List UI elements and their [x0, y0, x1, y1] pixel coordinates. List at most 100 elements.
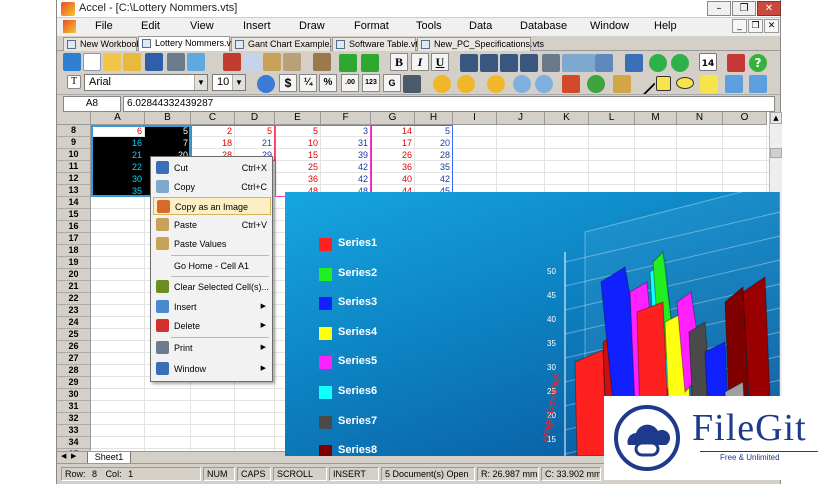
- row-header[interactable]: 20: [57, 269, 91, 281]
- restore-button[interactable]: ❐: [732, 1, 756, 16]
- column-header[interactable]: N: [677, 112, 723, 125]
- row-header[interactable]: 11: [57, 161, 91, 173]
- paste-special-icon[interactable]: [283, 53, 301, 71]
- cell-a9[interactable]: 16: [91, 137, 145, 149]
- cell-g12[interactable]: 40: [371, 173, 415, 185]
- menu-item-go-home-cell-a1[interactable]: Go Home - Cell A1: [153, 257, 271, 275]
- print-icon[interactable]: [167, 53, 185, 71]
- cell-d8[interactable]: 5: [235, 125, 275, 137]
- align-left-icon[interactable]: [460, 54, 478, 72]
- decimal-button[interactable]: .00: [341, 74, 359, 92]
- print-preview-icon[interactable]: [187, 53, 205, 71]
- cell-c9[interactable]: 18: [191, 137, 235, 149]
- tab-software-table[interactable]: Software Table.vts: [332, 37, 422, 51]
- menu-item-copy[interactable]: Copy Ctrl+C: [153, 178, 271, 196]
- row-header[interactable]: 14: [57, 197, 91, 209]
- row-header[interactable]: 32: [57, 413, 91, 425]
- font-size-dropdown[interactable]: 10 ▼: [212, 74, 246, 91]
- cell-h12[interactable]: 42: [415, 173, 453, 185]
- scroll-up-icon[interactable]: ▲: [770, 112, 782, 124]
- row-header[interactable]: 25: [57, 329, 91, 341]
- column-header[interactable]: C: [191, 112, 235, 125]
- menu-item-clear-selected-cell-s[interactable]: Clear Selected Cell(s)...: [153, 278, 271, 296]
- sort-up-icon[interactable]: [649, 54, 667, 72]
- italic-button[interactable]: I: [411, 53, 429, 71]
- cell-e9[interactable]: 10: [275, 137, 321, 149]
- open-recent-icon[interactable]: [123, 53, 141, 71]
- function-fx-icon[interactable]: [487, 75, 505, 93]
- fraction-button[interactable]: ¼: [299, 74, 317, 92]
- menu-item-cut[interactable]: Cut Ctrl+X: [153, 159, 271, 177]
- function-sum-icon[interactable]: [457, 75, 475, 93]
- column-header[interactable]: M: [635, 112, 677, 125]
- column-header[interactable]: I: [453, 112, 497, 125]
- cell-h8[interactable]: 5: [415, 125, 453, 137]
- row-header[interactable]: 29: [57, 377, 91, 389]
- cell-a11[interactable]: 22: [91, 161, 145, 173]
- sum-icon[interactable]: [433, 75, 451, 93]
- open-folder-icon[interactable]: [103, 53, 121, 71]
- zoom-in-icon[interactable]: [513, 75, 531, 93]
- close-document-icon[interactable]: [727, 54, 745, 72]
- mdi-restore-button[interactable]: ❐: [748, 19, 763, 33]
- sort-down-icon[interactable]: [671, 54, 689, 72]
- minimize-button[interactable]: –: [707, 1, 731, 16]
- sheet-prev-icon[interactable]: ◀: [61, 452, 66, 460]
- row-header[interactable]: 8: [57, 125, 91, 137]
- align-center-icon[interactable]: [480, 54, 498, 72]
- row-header[interactable]: 28: [57, 365, 91, 377]
- cell-f11[interactable]: 42: [321, 161, 371, 173]
- column-header[interactable]: O: [723, 112, 767, 125]
- cell-g11[interactable]: 36: [371, 161, 415, 173]
- column-header[interactable]: B: [145, 112, 191, 125]
- cell-g10[interactable]: 26: [371, 149, 415, 161]
- row-header[interactable]: 27: [57, 353, 91, 365]
- row-header[interactable]: 34: [57, 437, 91, 449]
- cell-a10[interactable]: 21: [91, 149, 145, 161]
- mdi-close-button[interactable]: ✕: [764, 19, 779, 33]
- menu-item-window[interactable]: Window ▶: [153, 360, 271, 378]
- move-down-icon[interactable]: [749, 75, 767, 93]
- align-right-icon[interactable]: [500, 54, 518, 72]
- menu-data[interactable]: Data: [469, 20, 492, 32]
- pencil-icon[interactable]: [613, 75, 631, 93]
- font-name-dropdown[interactable]: Arial ▼: [84, 74, 208, 91]
- row-header[interactable]: 31: [57, 401, 91, 413]
- currency-button[interactable]: $: [279, 74, 297, 92]
- calendar-icon[interactable]: 14: [699, 53, 717, 71]
- menu-item-paste[interactable]: Paste Ctrl+V: [153, 216, 271, 234]
- column-header[interactable]: G: [371, 112, 415, 125]
- cell-b8[interactable]: 5: [145, 125, 191, 137]
- copy-icon[interactable]: [243, 53, 261, 71]
- row-header[interactable]: 12: [57, 173, 91, 185]
- menu-item-copy-as-an-image[interactable]: Copy as an Image: [153, 197, 271, 215]
- row-header[interactable]: 33: [57, 425, 91, 437]
- formula-input[interactable]: 6.02844332439287: [123, 96, 775, 112]
- cell-e8[interactable]: 5: [275, 125, 321, 137]
- cell-e10[interactable]: 15: [275, 149, 321, 161]
- menu-file[interactable]: File: [95, 20, 113, 32]
- menu-draw[interactable]: Draw: [299, 20, 325, 32]
- row-header[interactable]: 23: [57, 305, 91, 317]
- line-icon[interactable]: [630, 71, 656, 97]
- column-header[interactable]: D: [235, 112, 275, 125]
- menu-window[interactable]: Window: [590, 20, 629, 32]
- row-header[interactable]: 10: [57, 149, 91, 161]
- row-header[interactable]: 22: [57, 293, 91, 305]
- cell-a12[interactable]: 30: [91, 173, 145, 185]
- row-header[interactable]: 17: [57, 233, 91, 245]
- row-header[interactable]: 24: [57, 317, 91, 329]
- column-header[interactable]: H: [415, 112, 453, 125]
- cut-icon[interactable]: [223, 53, 241, 71]
- column-header[interactable]: K: [545, 112, 589, 125]
- sheet-next-icon[interactable]: ▶: [71, 452, 76, 460]
- menu-format[interactable]: Format: [354, 20, 389, 32]
- cell-f10[interactable]: 39: [321, 149, 371, 161]
- row-header[interactable]: 30: [57, 389, 91, 401]
- cell-g9[interactable]: 17: [371, 137, 415, 149]
- row-header[interactable]: 16: [57, 221, 91, 233]
- cell-d9[interactable]: 21: [235, 137, 275, 149]
- menu-help[interactable]: Help: [654, 20, 677, 32]
- bold-button[interactable]: B: [390, 53, 408, 71]
- column-header[interactable]: A: [91, 112, 145, 125]
